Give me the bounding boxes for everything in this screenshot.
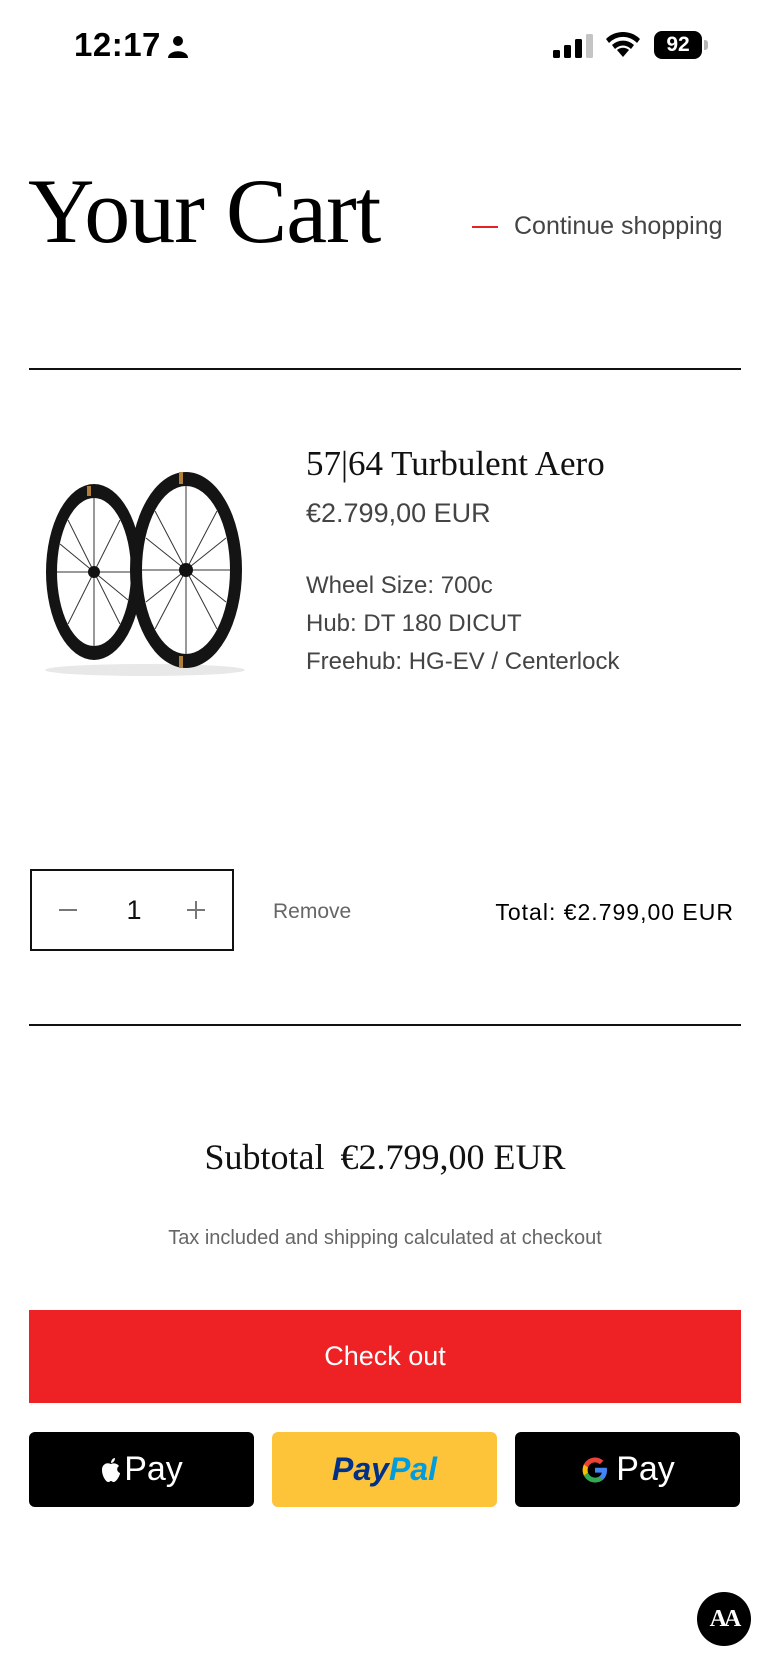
battery-tip	[704, 40, 708, 50]
minus-icon	[59, 909, 77, 911]
subtotal-value: €2.799,00 EUR	[340, 1137, 566, 1177]
product-price: €2.799,00 EUR	[306, 498, 491, 528]
subtotal: Subtotal €2.799,00 EUR	[0, 1136, 770, 1178]
status-time: 12:17	[74, 26, 161, 63]
tax-note: Tax included and shipping calculated at …	[168, 1227, 602, 1249]
google-pay-label: Pay	[616, 1450, 675, 1488]
paypal-pay-text: Pay	[332, 1451, 389, 1487]
apple-pay-label: Pay	[124, 1450, 183, 1488]
accessibility-button[interactable]: AA	[697, 1592, 751, 1646]
signal-icon	[553, 34, 593, 58]
back-wheel	[46, 484, 142, 660]
person-icon	[168, 36, 188, 58]
continue-dash	[472, 225, 498, 228]
product-name[interactable]: 57|64 Turbulent Aero	[306, 444, 605, 484]
variant-freehub: Freehub: HG-EV / Centerlock	[306, 648, 620, 675]
continue-shopping-link[interactable]: Continue shopping	[472, 212, 723, 241]
subtotal-label: Subtotal	[204, 1137, 325, 1177]
status-bar: 12:17 92	[0, 0, 770, 90]
battery-level: 92	[654, 31, 702, 59]
google-pay-button[interactable]: Pay	[515, 1432, 740, 1507]
paypal-pal-text: Pal	[388, 1451, 437, 1487]
front-wheel	[130, 472, 242, 668]
line-total: Total: €2.799,00 EUR	[495, 899, 734, 925]
checkout-button[interactable]: Check out	[29, 1310, 741, 1403]
battery-icon: 92	[654, 31, 708, 59]
quantity-stepper	[30, 869, 234, 951]
apple-pay-button[interactable]: Pay	[29, 1432, 254, 1507]
remove-button[interactable]: Remove	[273, 900, 351, 924]
quantity-input[interactable]	[102, 889, 166, 931]
paypal-button[interactable]: Pay Pal	[272, 1432, 497, 1507]
page-title: Your Cart	[28, 160, 381, 262]
quantity-increase-button[interactable]	[166, 871, 226, 949]
quantity-decrease-button[interactable]	[38, 871, 98, 949]
google-icon	[582, 1457, 608, 1482]
divider-top	[29, 368, 741, 370]
variant-hub: Hub: DT 180 DICUT	[306, 610, 522, 637]
plus-icon	[187, 901, 205, 919]
variant-list: Wheel Size: 700c Hub: DT 180 DICUT Freeh…	[306, 567, 619, 681]
variant-wheel-size: Wheel Size: 700c	[306, 572, 493, 599]
product-image[interactable]	[36, 470, 254, 680]
divider-mid	[29, 1024, 741, 1026]
apple-icon	[102, 1457, 121, 1482]
wifi-icon	[606, 31, 640, 57]
continue-shopping-label: Continue shopping	[514, 212, 723, 240]
